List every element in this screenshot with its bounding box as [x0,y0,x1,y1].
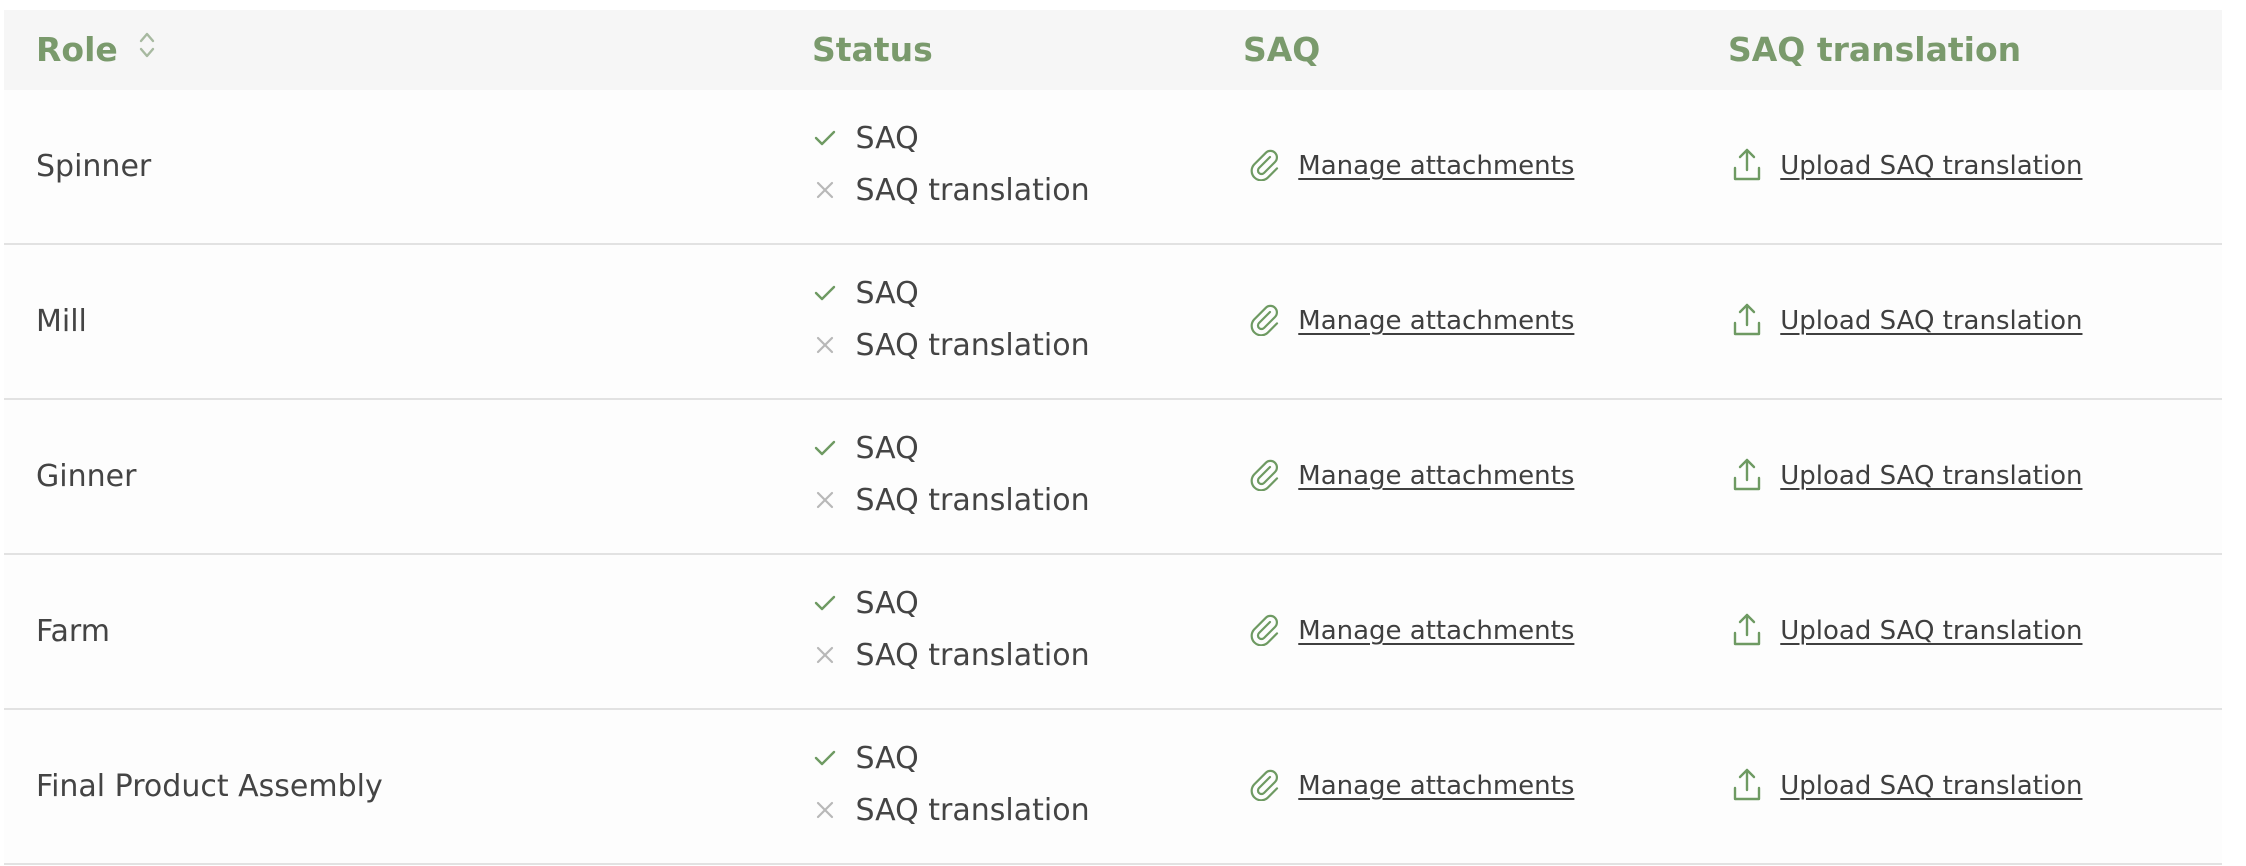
column-header-role[interactable]: Role [36,10,155,90]
upload-saq-translation-label: Upload SAQ translation [1780,616,2083,646]
role-name: Ginner [36,459,137,494]
status-saq-translation: SAQ translation [814,326,1090,366]
status-saq-translation-label: SAQ translation [855,328,1090,363]
status-saq: SAQ [814,584,919,624]
table-header: Role Status SAQ SAQ translation [4,10,2222,90]
upload-icon [1732,613,1780,646]
paperclip-icon [1248,304,1298,336]
status-saq-translation-label: SAQ translation [855,483,1090,518]
role-cell: Spinner [36,90,151,243]
status-saq: SAQ [814,739,919,779]
status-saq: SAQ [814,274,919,314]
status-saq-translation-label: SAQ translation [855,173,1090,208]
manage-attachments-label: Manage attachments [1298,306,1575,336]
upload-icon [1732,303,1780,336]
table-row: Final Product Assembly SAQ SAQ translati… [4,710,2222,865]
upload-saq-translation-label: Upload SAQ translation [1780,151,2083,181]
role-cell: Farm [36,555,110,708]
status-saq-label: SAQ [855,121,919,156]
roles-table: Role Status SAQ SAQ translation Spinner … [4,10,2222,865]
table-body: Spinner SAQ SAQ translation Manage attac… [4,90,2222,865]
column-header-status: Status [812,30,933,69]
status-saq-translation: SAQ translation [814,481,1090,521]
upload-icon [1732,458,1780,491]
manage-attachments-link[interactable]: Manage attachments [1248,90,1574,243]
check-icon [814,741,856,776]
sort-icon[interactable] [139,9,155,89]
manage-attachments-link[interactable]: Manage attachments [1248,400,1574,553]
x-icon [814,638,856,673]
x-icon [814,328,856,363]
upload-saq-translation-link[interactable]: Upload SAQ translation [1732,245,2082,398]
x-icon [814,173,856,208]
role-cell: Ginner [36,400,136,553]
upload-icon [1732,148,1780,181]
upload-saq-translation-label: Upload SAQ translation [1780,771,2083,801]
manage-attachments-label: Manage attachments [1298,151,1575,181]
status-saq: SAQ [814,119,919,159]
status-saq-translation: SAQ translation [814,171,1090,211]
paperclip-icon [1248,614,1298,646]
column-header-role-label: Role [36,30,118,69]
check-icon [814,121,856,156]
check-icon [814,431,856,466]
manage-attachments-link[interactable]: Manage attachments [1248,245,1574,398]
upload-saq-translation-link[interactable]: Upload SAQ translation [1732,710,2082,863]
check-icon [814,276,856,311]
status-saq-label: SAQ [855,586,919,621]
paperclip-icon [1248,769,1298,801]
status-saq-label: SAQ [855,741,919,776]
manage-attachments-label: Manage attachments [1298,461,1575,491]
role-name: Spinner [36,149,152,184]
upload-saq-translation-label: Upload SAQ translation [1780,306,2083,336]
paperclip-icon [1248,459,1298,491]
x-icon [814,793,856,828]
upload-saq-translation-link[interactable]: Upload SAQ translation [1732,400,2082,553]
status-saq: SAQ [814,429,919,469]
manage-attachments-label: Manage attachments [1298,771,1575,801]
upload-saq-translation-link[interactable]: Upload SAQ translation [1732,555,2082,708]
manage-attachments-label: Manage attachments [1298,616,1575,646]
table-row: Ginner SAQ SAQ translation Manage attach… [4,400,2222,555]
x-icon [814,483,856,518]
role-name: Mill [36,304,87,339]
status-saq-translation-label: SAQ translation [855,638,1090,673]
role-cell: Mill [36,245,87,398]
status-saq-translation: SAQ translation [814,791,1090,831]
manage-attachments-link[interactable]: Manage attachments [1248,555,1574,708]
status-saq-label: SAQ [855,431,919,466]
check-icon [814,586,856,621]
table-row: Mill SAQ SAQ translation Manage attachme… [4,245,2222,400]
upload-icon [1732,768,1780,801]
table-row: Farm SAQ SAQ translation Manage attachme… [4,555,2222,710]
role-name: Final Product Assembly [36,769,383,804]
upload-saq-translation-label: Upload SAQ translation [1780,461,2083,491]
role-name: Farm [36,614,110,649]
role-cell: Final Product Assembly [36,710,383,863]
status-saq-label: SAQ [855,276,919,311]
paperclip-icon [1248,149,1298,181]
column-header-saq: SAQ [1243,30,1321,69]
manage-attachments-link[interactable]: Manage attachments [1248,710,1574,863]
upload-saq-translation-link[interactable]: Upload SAQ translation [1732,90,2082,243]
status-saq-translation-label: SAQ translation [855,793,1090,828]
table-row: Spinner SAQ SAQ translation Manage attac… [4,90,2222,245]
column-header-saq-translation: SAQ translation [1728,30,2022,69]
status-saq-translation: SAQ translation [814,636,1090,676]
